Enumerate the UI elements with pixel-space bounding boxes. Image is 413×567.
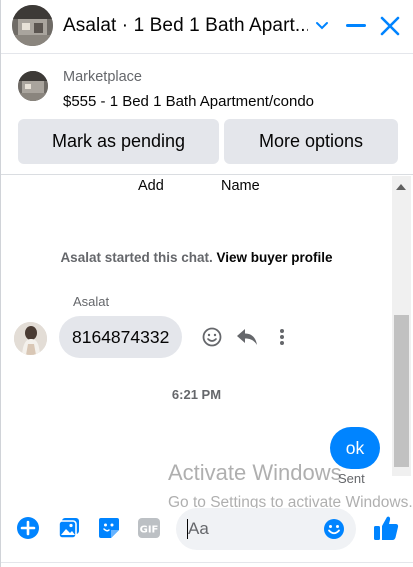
listing-title[interactable]: $555 - 1 Bed 1 Bath Apartment/condo <box>63 93 314 110</box>
chevron-down-icon[interactable] <box>310 13 334 39</box>
seller-avatar[interactable] <box>12 5 53 46</box>
marketplace-panel: Marketplace $555 - 1 Bed 1 Bath Apartmen… <box>1 55 413 175</box>
more-options-button[interactable]: More options <box>224 119 398 164</box>
message-scrollbar[interactable] <box>392 176 411 476</box>
message-input[interactable]: Aa <box>176 508 356 550</box>
message-input-placeholder: Aa <box>188 519 209 538</box>
sender-name: Asalat <box>73 294 110 309</box>
marketplace-label: Marketplace <box>63 69 142 85</box>
minimize-icon[interactable] <box>344 13 368 39</box>
mark-as-pending-button[interactable]: Mark as pending <box>18 119 219 164</box>
svg-text:GIF: GIF <box>140 525 159 536</box>
message-list: Add Name Asalat started this chat. View … <box>1 176 392 498</box>
view-buyer-profile-link[interactable]: View buyer profile <box>217 250 333 265</box>
buyer-avatar[interactable] <box>14 322 47 355</box>
sticker-icon[interactable] <box>96 515 122 541</box>
photo-icon[interactable] <box>56 515 82 541</box>
scrollbar-thumb[interactable] <box>394 315 409 467</box>
react-emoji-icon[interactable] <box>201 326 223 348</box>
scroll-up-arrow-icon[interactable] <box>396 184 406 190</box>
chat-window: Asalat · 1 Bed 1 Bath Apart... Marketpla… <box>0 0 413 567</box>
chat-title[interactable]: Asalat · 1 Bed 1 Bath Apart... <box>63 15 308 37</box>
activate-windows-watermark: Activate Windows <box>168 460 342 485</box>
emoji-icon[interactable] <box>323 518 345 540</box>
plus-icon[interactable] <box>15 515 41 541</box>
partial-text-name: Name <box>221 178 260 194</box>
more-actions-icon[interactable] <box>271 326 293 348</box>
chat-header: Asalat · 1 Bed 1 Bath Apart... <box>1 0 413 54</box>
message-timestamp: 6:21 PM <box>171 387 222 402</box>
close-icon[interactable] <box>378 13 402 39</box>
message-composer: GIF Aa <box>1 505 413 555</box>
reply-icon[interactable] <box>236 326 258 348</box>
partial-text-add: Add <box>138 178 164 194</box>
incoming-message[interactable]: 8164874332 <box>59 316 183 358</box>
window-bottom-edge <box>1 562 413 567</box>
chat-started-notice: Asalat started this chat. View buyer pro… <box>1 250 392 265</box>
message-status: Sent <box>338 471 365 486</box>
like-icon[interactable] <box>371 513 401 543</box>
listing-thumbnail[interactable] <box>18 71 48 101</box>
chat-started-text: Asalat started this chat. <box>60 250 213 265</box>
gif-icon[interactable]: GIF <box>136 515 162 541</box>
